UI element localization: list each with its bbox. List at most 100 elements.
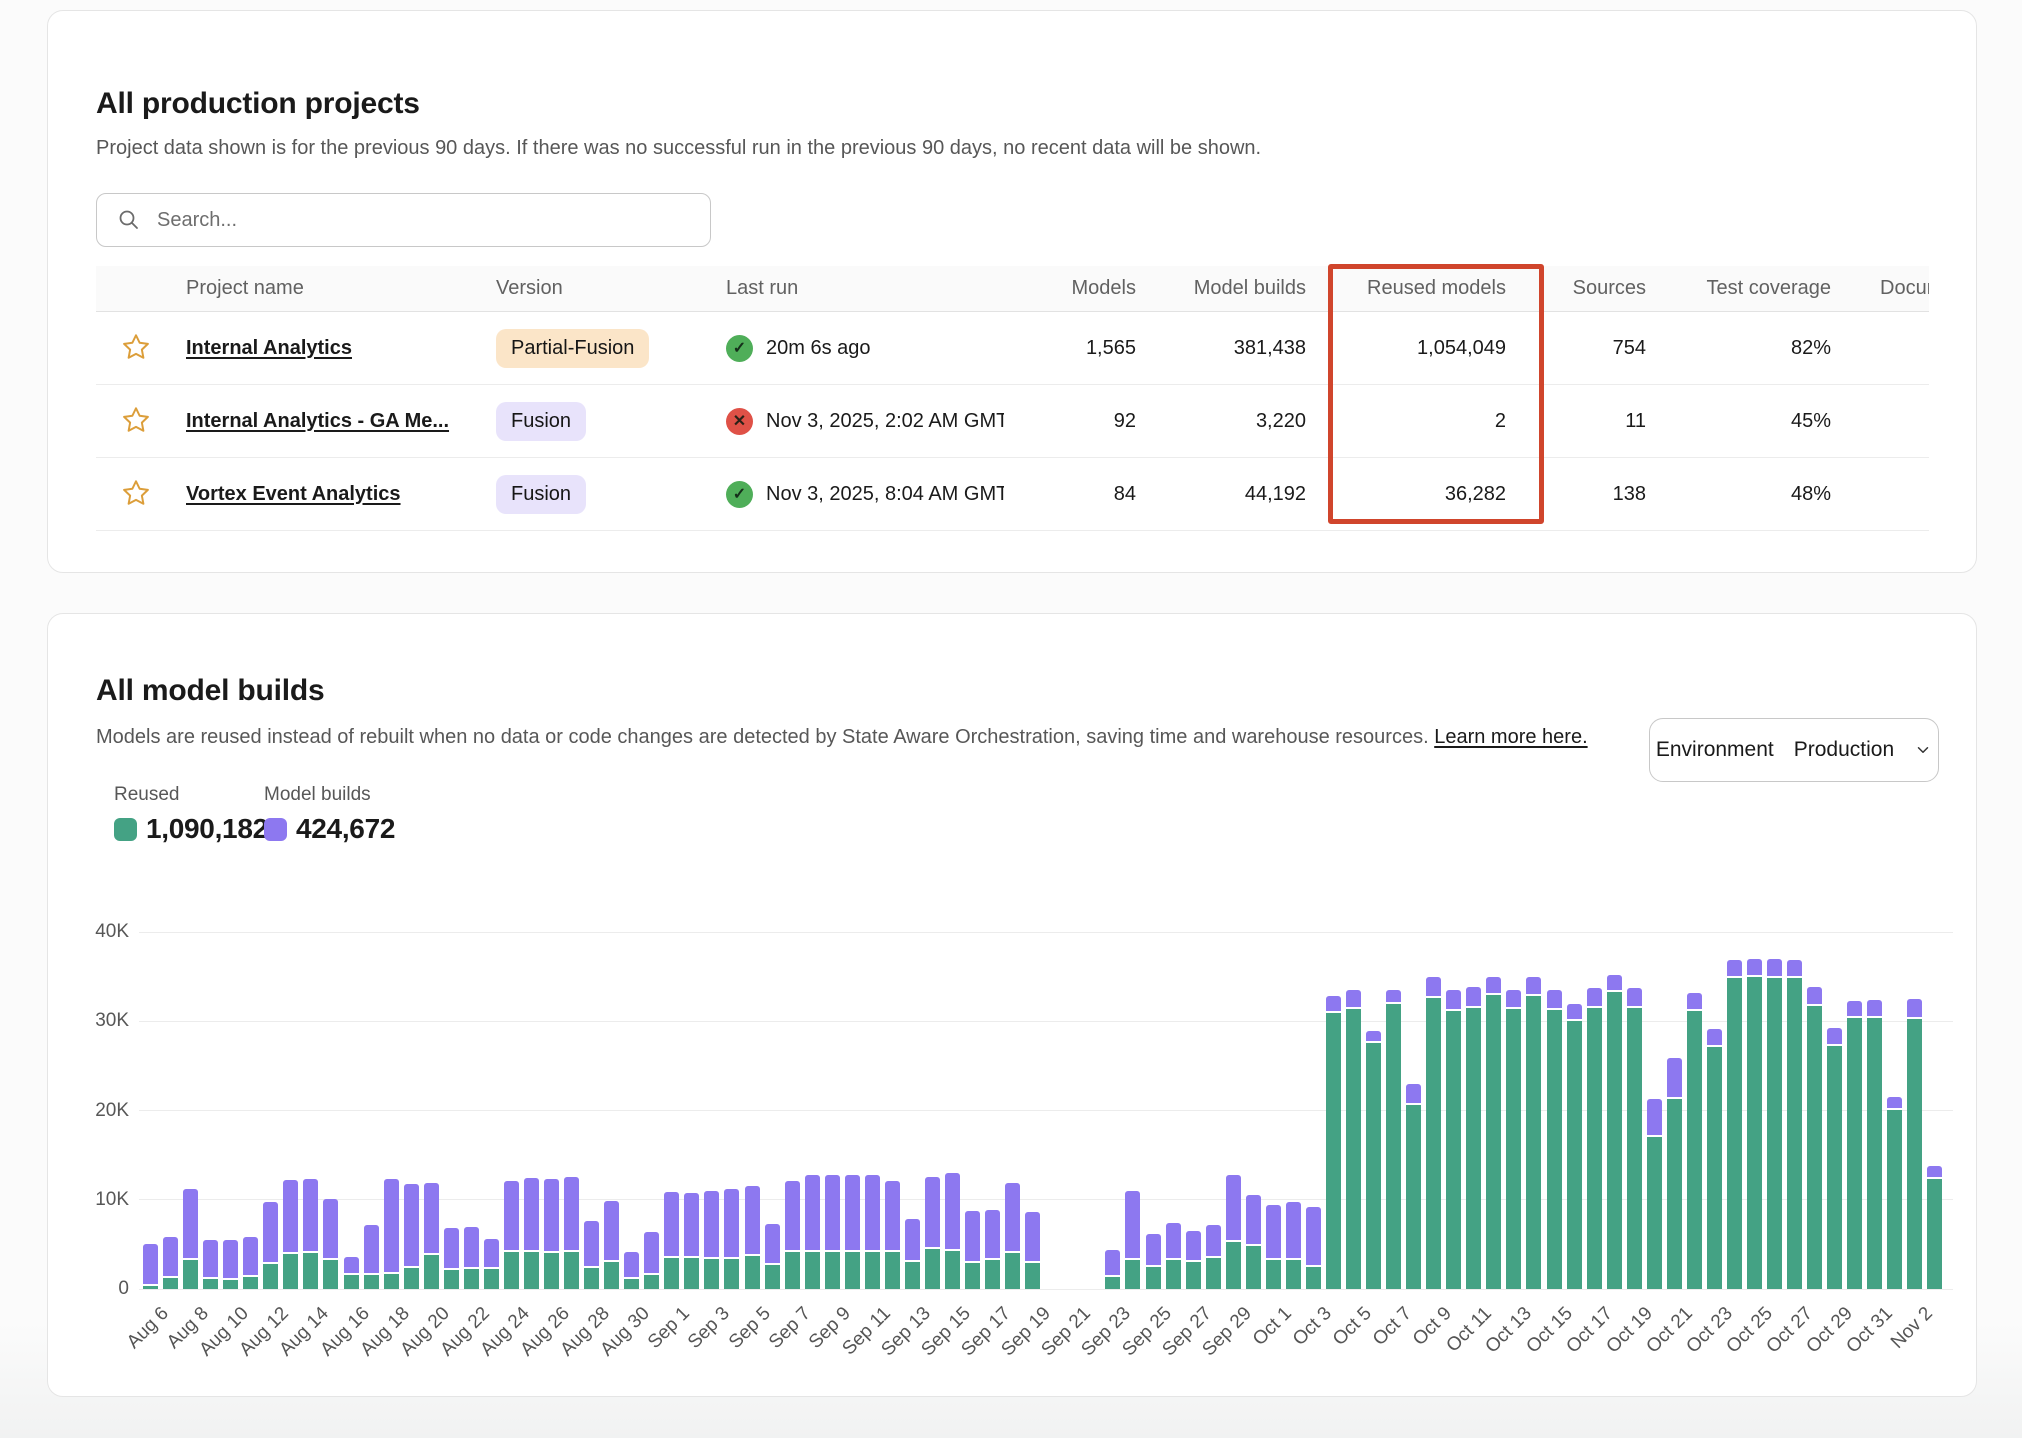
chart-bar[interactable] bbox=[1466, 987, 1481, 1289]
chart-bar[interactable] bbox=[805, 1175, 820, 1289]
chart-bar[interactable] bbox=[1346, 990, 1361, 1289]
chart-bar[interactable] bbox=[644, 1232, 659, 1289]
chart-bar[interactable] bbox=[1567, 1004, 1582, 1289]
chart-bar[interactable] bbox=[785, 1181, 800, 1289]
chart-bar[interactable] bbox=[1286, 1202, 1301, 1289]
chart-bar[interactable] bbox=[945, 1173, 960, 1289]
chart-bar[interactable] bbox=[1787, 960, 1802, 1289]
search-input[interactable] bbox=[141, 209, 661, 232]
chart-bar[interactable] bbox=[1306, 1207, 1321, 1289]
bar-segment-reused bbox=[905, 1262, 920, 1289]
chart-bar[interactable] bbox=[1747, 959, 1762, 1289]
chart-bar[interactable] bbox=[1587, 988, 1602, 1289]
chart-bar[interactable] bbox=[303, 1179, 318, 1289]
chart-bar[interactable] bbox=[905, 1219, 920, 1289]
chart-bar[interactable] bbox=[323, 1199, 338, 1289]
chart-bar[interactable] bbox=[1687, 993, 1702, 1289]
chart-bar[interactable] bbox=[1005, 1183, 1020, 1289]
chart-bar[interactable] bbox=[344, 1257, 359, 1289]
chart-bar[interactable] bbox=[1226, 1175, 1241, 1289]
chart-bar[interactable] bbox=[1767, 959, 1782, 1289]
bar-segment-model-builds bbox=[1386, 990, 1401, 1004]
chart-bar[interactable] bbox=[704, 1191, 719, 1289]
chart-bar[interactable] bbox=[664, 1192, 679, 1289]
chart-bar[interactable] bbox=[364, 1225, 379, 1289]
chart-bar[interactable] bbox=[1667, 1058, 1682, 1289]
chart-bar[interactable] bbox=[163, 1237, 178, 1289]
environment-dropdown[interactable]: Environment Production bbox=[1649, 718, 1939, 782]
chart-bar[interactable] bbox=[484, 1239, 499, 1289]
chart-bar[interactable] bbox=[825, 1175, 840, 1289]
chart-bar[interactable] bbox=[1526, 977, 1541, 1289]
chart-bar[interactable] bbox=[1386, 990, 1401, 1289]
chart-bar[interactable] bbox=[765, 1224, 780, 1289]
chart-bar[interactable] bbox=[1827, 1028, 1842, 1289]
chart-bar[interactable] bbox=[283, 1180, 298, 1289]
chart-bar[interactable] bbox=[1206, 1225, 1221, 1289]
chart-bar[interactable] bbox=[504, 1181, 519, 1289]
chart-bar[interactable] bbox=[263, 1202, 278, 1289]
chart-bar[interactable] bbox=[1907, 999, 1922, 1289]
chart-bar[interactable] bbox=[143, 1244, 158, 1289]
chart-bar[interactable] bbox=[724, 1189, 739, 1289]
chart-bar[interactable] bbox=[1105, 1250, 1120, 1289]
chart-bar[interactable] bbox=[1326, 996, 1341, 1289]
chart-bar[interactable] bbox=[1186, 1231, 1201, 1289]
chart-bar[interactable] bbox=[604, 1201, 619, 1289]
chart-bar[interactable] bbox=[1547, 990, 1562, 1289]
chart-bar[interactable] bbox=[1246, 1195, 1261, 1289]
chart-bar[interactable] bbox=[1927, 1166, 1942, 1289]
chart-bar[interactable] bbox=[1847, 1001, 1862, 1289]
chart-bar[interactable] bbox=[1025, 1212, 1040, 1289]
chart-bar[interactable] bbox=[1406, 1084, 1421, 1289]
chart-bar[interactable] bbox=[544, 1179, 559, 1289]
chart-bar[interactable] bbox=[1125, 1191, 1140, 1289]
chart-bar[interactable] bbox=[1146, 1234, 1161, 1289]
bar-segment-model-builds bbox=[624, 1252, 639, 1279]
chart-bar[interactable] bbox=[1366, 1031, 1381, 1289]
chart-bar[interactable] bbox=[1607, 975, 1622, 1289]
x-tick-label: Oct 5 bbox=[1329, 1303, 1377, 1351]
chart-bar[interactable] bbox=[404, 1184, 419, 1289]
chart-bar[interactable] bbox=[183, 1189, 198, 1289]
project-name-link[interactable]: Internal Analytics bbox=[186, 337, 352, 360]
chart-bar[interactable] bbox=[424, 1183, 439, 1289]
chart-bar[interactable] bbox=[1266, 1205, 1281, 1289]
chart-bar[interactable] bbox=[203, 1240, 218, 1289]
chart-bar[interactable] bbox=[223, 1240, 238, 1289]
chart-bar[interactable] bbox=[1506, 990, 1521, 1289]
favorite-star-icon[interactable] bbox=[119, 404, 153, 438]
chart-bar[interactable] bbox=[1627, 988, 1642, 1289]
chart-bar[interactable] bbox=[745, 1186, 760, 1289]
chart-bar[interactable] bbox=[885, 1181, 900, 1289]
chart-bar[interactable] bbox=[464, 1227, 479, 1289]
chart-bar[interactable] bbox=[925, 1177, 940, 1289]
chart-bar[interactable] bbox=[384, 1179, 399, 1289]
chart-bar[interactable] bbox=[1727, 960, 1742, 1289]
chart-bar[interactable] bbox=[965, 1211, 980, 1289]
favorite-star-icon[interactable] bbox=[119, 331, 153, 365]
chart-bar[interactable] bbox=[865, 1175, 880, 1289]
chart-bar[interactable] bbox=[564, 1177, 579, 1289]
chart-bar[interactable] bbox=[624, 1252, 639, 1289]
chart-bar[interactable] bbox=[1707, 1029, 1722, 1289]
chart-bar[interactable] bbox=[524, 1178, 539, 1289]
project-name-link[interactable]: Vortex Event Analytics bbox=[186, 483, 401, 506]
chart-bar[interactable] bbox=[1486, 977, 1501, 1289]
learn-more-link[interactable]: Learn more here. bbox=[1434, 726, 1587, 748]
chart-bar[interactable] bbox=[985, 1210, 1000, 1289]
favorite-star-icon[interactable] bbox=[119, 477, 153, 511]
chart-bar[interactable] bbox=[444, 1228, 459, 1289]
chart-bar[interactable] bbox=[1867, 1000, 1882, 1289]
chart-bar[interactable] bbox=[1426, 977, 1441, 1289]
chart-bar[interactable] bbox=[1166, 1223, 1181, 1289]
chart-bar[interactable] bbox=[243, 1237, 258, 1289]
chart-bar[interactable] bbox=[1647, 1099, 1662, 1289]
chart-bar[interactable] bbox=[684, 1193, 699, 1289]
chart-bar[interactable] bbox=[1446, 990, 1461, 1289]
chart-bar[interactable] bbox=[584, 1221, 599, 1289]
project-name-link[interactable]: Internal Analytics - GA Me... bbox=[186, 410, 449, 433]
chart-bar[interactable] bbox=[1887, 1097, 1902, 1289]
chart-bar[interactable] bbox=[1807, 987, 1822, 1289]
chart-bar[interactable] bbox=[845, 1175, 860, 1289]
